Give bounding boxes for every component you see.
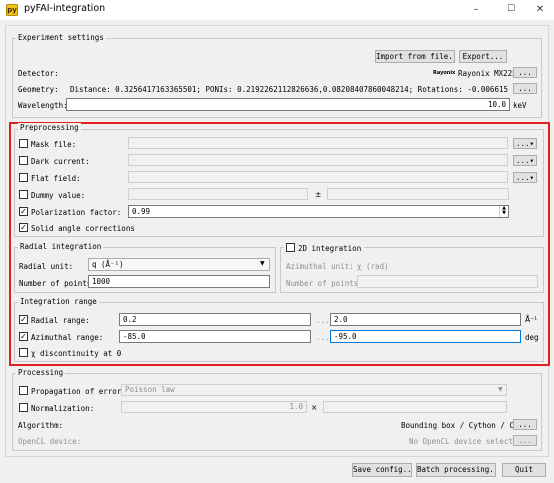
normalization-checkbox[interactable]	[19, 403, 28, 412]
solid-angle-checkbox[interactable]: ✓	[19, 223, 28, 232]
spinbox-arrows-icon[interactable]: ▲ ▼	[499, 206, 508, 217]
mask-file-input[interactable]	[128, 137, 508, 149]
wavelength-label: Wavelength:	[18, 101, 68, 110]
pyfai-app-icon: py	[6, 4, 18, 16]
chi-discontinuity-label: χ discontinuity at 0	[31, 349, 122, 358]
mask-browse-button[interactable]: ...▾	[513, 138, 537, 149]
import-from-file-button[interactable]: Import from file...	[375, 50, 455, 63]
radial-range-checkbox[interactable]: ✓	[19, 315, 28, 324]
chevron-down-icon: ▼	[260, 260, 265, 267]
azimuthal-points-input[interactable]	[357, 275, 538, 288]
dummy-value-input[interactable]	[128, 188, 308, 200]
error-chevron-down-icon: ▼	[498, 386, 503, 393]
export-button[interactable]: Export...	[459, 50, 507, 63]
azimuthal-unit-value: χ (rad)	[357, 262, 389, 271]
chi-discontinuity-checkbox[interactable]	[19, 348, 28, 357]
geometry-more-button[interactable]: ...	[513, 83, 537, 94]
flat-field-checkbox[interactable]	[19, 173, 28, 182]
azimuthal-range-unit: deg	[525, 333, 539, 342]
dummy-value-label: Dummy value:	[31, 191, 86, 200]
opencl-value: No OpenCL device selected	[409, 437, 522, 446]
azimuthal-unit-label: Azimuthal unit:	[286, 262, 354, 271]
propagation-error-label: Propagation of error:	[31, 387, 126, 396]
mask-label: Mask file:	[31, 140, 77, 149]
azimuthal-range-label: Azimuthal range:	[31, 333, 104, 342]
normalization-input[interactable]: 1.0	[121, 401, 307, 413]
window-title: pyFAI-integration	[24, 3, 106, 14]
flat-field-input[interactable]	[128, 171, 508, 183]
radial-unit-select[interactable]: q (Å⁻¹)	[88, 258, 270, 271]
dummy-delta-input[interactable]	[327, 188, 509, 200]
polarization-checkbox[interactable]: ✓	[19, 207, 28, 216]
maximize-button[interactable]: ☐	[501, 2, 521, 17]
integration-range-title: Integration range	[18, 297, 99, 306]
azimuthal-min-input[interactable]: -85.0	[119, 330, 311, 343]
detector-name: Rayonix MX225	[458, 69, 517, 78]
azimuthal-range-checkbox[interactable]: ✓	[19, 332, 28, 341]
normalization-label: Normalization:	[31, 404, 95, 413]
flat-field-label: Flat field:	[31, 174, 81, 183]
normalization-monitor-input[interactable]	[323, 401, 507, 413]
polarization-label: Polarization factor:	[31, 208, 122, 217]
integration-2d-title: 2D integration	[298, 244, 362, 253]
dark-current-label: Dark current:	[31, 157, 90, 166]
processing-title: Processing	[16, 368, 66, 377]
propagation-error-checkbox[interactable]	[19, 386, 28, 395]
radial-points-label: Number of points:	[19, 279, 96, 288]
polarization-spinbox[interactable]: 0.99	[128, 205, 509, 218]
opencl-more-button[interactable]: ...	[513, 435, 537, 446]
integration-2d-checkbox[interactable]	[286, 243, 295, 252]
batch-processing-button[interactable]: Batch processing...	[416, 463, 496, 477]
quit-button[interactable]: Quit	[502, 463, 546, 477]
azimuthal-max-input[interactable]: -95.0	[330, 330, 521, 343]
azimuthal-points-label: Number of points:	[286, 279, 363, 288]
detector-label: Detector:	[18, 69, 59, 78]
experiment-settings-title: Experiment settings	[16, 33, 106, 42]
flat-field-browse-button[interactable]: ...▾	[513, 172, 537, 183]
rayonix-logo: Rayonix	[433, 70, 456, 76]
wavelength-input[interactable]: 10.0	[66, 98, 510, 111]
close-button[interactable]: ✕	[530, 2, 550, 17]
opencl-label: OpenCL device:	[18, 437, 82, 446]
normalization-times: ×	[311, 403, 318, 412]
radial-range-unit: Å⁻¹	[525, 315, 538, 324]
algorithm-label: Algorithm:	[18, 421, 64, 430]
propagation-error-select[interactable]: Poisson law	[121, 384, 507, 396]
radial-integration-title: Radial integration	[18, 242, 104, 251]
detector-more-button[interactable]: ...	[513, 67, 537, 78]
mask-checkbox[interactable]	[19, 139, 28, 148]
radial-range-label: Radial range:	[31, 316, 90, 325]
solid-angle-label: Solid angle corrections	[31, 224, 135, 233]
radial-max-input[interactable]: 2.0	[330, 313, 521, 326]
radial-min-input[interactable]: 0.2	[119, 313, 311, 326]
radial-points-input[interactable]: 1000	[88, 275, 270, 288]
dark-current-checkbox[interactable]	[19, 156, 28, 165]
radial-range-sep: ...	[316, 316, 330, 325]
radial-unit-label: Radial unit:	[19, 262, 74, 271]
save-config-button[interactable]: Save config...	[352, 463, 412, 477]
dark-current-browse-button[interactable]: ...▾	[513, 155, 537, 166]
preprocessing-title: Preprocessing	[18, 123, 81, 132]
geometry-label: Geometry:	[18, 85, 59, 94]
minimize-button[interactable]: –	[466, 2, 486, 17]
dummy-plusminus: ±	[315, 190, 322, 199]
dummy-value-checkbox[interactable]	[19, 190, 28, 199]
algorithm-value: Bounding box / Cython / CSR	[401, 421, 523, 430]
dark-current-input[interactable]	[128, 154, 508, 166]
wavelength-unit: keV	[513, 101, 527, 110]
geometry-value: Distance: 0.3256417163365501; PONIs: 0.2…	[70, 85, 508, 94]
algorithm-more-button[interactable]: ...	[513, 419, 537, 430]
azimuthal-range-sep: ...	[316, 333, 330, 342]
